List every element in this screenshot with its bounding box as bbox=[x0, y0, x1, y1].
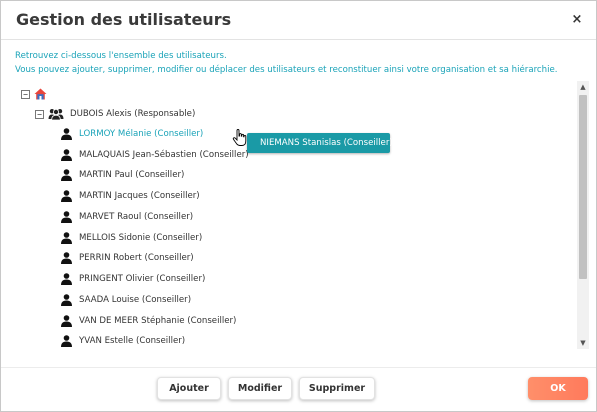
tree-user-item[interactable]: VAN DE MEER Stéphanie (Conseiller) bbox=[61, 313, 236, 329]
footer-divider bbox=[1, 367, 596, 368]
ok-button[interactable]: OK bbox=[528, 377, 588, 400]
user-icon bbox=[61, 128, 72, 140]
intro-line-1: Retrouvez ci-dessous l'ensemble des util… bbox=[15, 51, 227, 61]
vertical-scrollbar[interactable]: ▲ ▼ bbox=[577, 81, 589, 349]
user-label: MELLOIS Sidonie (Conseiller) bbox=[79, 233, 203, 243]
user-label: PERRIN Robert (Conseiller) bbox=[79, 253, 194, 263]
user-icon bbox=[61, 211, 72, 223]
dragged-user-label: NIEMANS Stanislas (Conseiller) bbox=[260, 138, 393, 148]
dialog-title: Gestion des utilisateurs bbox=[16, 10, 232, 29]
user-label: MALAQUAIS Jean-Sébastien (Conseiller) bbox=[79, 150, 249, 160]
tree-user-item[interactable]: MELLOIS Sidonie (Conseiller) bbox=[61, 230, 202, 246]
group-label: DUBOIS Alexis (Responsable) bbox=[70, 109, 196, 119]
user-icon bbox=[61, 252, 72, 264]
user-icon bbox=[61, 190, 72, 202]
tree-user-item[interactable]: SAADA Louise (Conseiller) bbox=[61, 292, 191, 308]
home-icon bbox=[34, 88, 47, 100]
scroll-down-arrow[interactable]: ▼ bbox=[577, 337, 589, 349]
edit-button[interactable]: Modifier bbox=[228, 377, 292, 400]
tree-user-item[interactable]: PRINGENT Olivier (Conseiller) bbox=[61, 271, 205, 287]
user-icon bbox=[61, 294, 72, 306]
user-icon bbox=[61, 169, 72, 181]
tree-user-item[interactable]: MARTIN Jacques (Conseiller) bbox=[61, 188, 200, 204]
collapse-toggle[interactable]: − bbox=[35, 109, 44, 119]
user-icon bbox=[61, 273, 72, 285]
user-label: SAADA Louise (Conseiller) bbox=[79, 295, 192, 305]
add-button[interactable]: Ajouter bbox=[157, 377, 221, 400]
intro-line-2: Vous pouvez ajouter, supprimer, modifier… bbox=[15, 65, 558, 75]
collapse-toggle[interactable]: − bbox=[21, 89, 30, 99]
scroll-thumb[interactable] bbox=[579, 95, 587, 279]
tree-group[interactable]: − DUBOIS Alexis (Responsable) bbox=[35, 106, 195, 122]
scroll-up-arrow[interactable]: ▲ bbox=[577, 81, 589, 93]
close-icon[interactable]: × bbox=[570, 13, 584, 27]
user-label: MARTIN Paul (Conseiller) bbox=[79, 170, 185, 180]
user-label: VAN DE MEER Stéphanie (Conseiller) bbox=[79, 316, 237, 326]
tree-user-item[interactable]: PERRIN Robert (Conseiller) bbox=[61, 250, 194, 266]
user-management-dialog: Gestion des utilisateurs × Retrouvez ci-… bbox=[0, 0, 597, 412]
delete-button[interactable]: Supprimer bbox=[299, 377, 375, 400]
tree-root[interactable]: − bbox=[21, 86, 51, 102]
user-label: YVAN Estelle (Conseiller) bbox=[79, 336, 186, 346]
tree-user-item[interactable]: LORMOY Mélanie (Conseiller) bbox=[61, 126, 203, 142]
user-icon bbox=[61, 149, 72, 161]
header-divider bbox=[1, 39, 596, 40]
user-icon bbox=[61, 335, 72, 347]
dragged-user-item[interactable]: NIEMANS Stanislas (Conseiller) bbox=[247, 133, 393, 153]
user-label: MARTIN Jacques (Conseiller) bbox=[79, 191, 200, 201]
user-tree[interactable]: − − DUBOIS Alexis (Responsable) LORMOY M… bbox=[15, 81, 589, 349]
user-label: PRINGENT Olivier (Conseiller) bbox=[79, 274, 206, 284]
user-label: LORMOY Mélanie (Conseiller) bbox=[79, 129, 204, 139]
tree-user-item[interactable]: MARVET Raoul (Conseiller) bbox=[61, 209, 193, 225]
group-icon bbox=[48, 109, 64, 120]
intro-text: Retrouvez ci-dessous l'ensemble des util… bbox=[15, 49, 590, 77]
user-label: MARVET Raoul (Conseiller) bbox=[79, 212, 194, 222]
user-icon bbox=[61, 315, 72, 327]
tree-user-item[interactable]: MALAQUAIS Jean-Sébastien (Conseiller) bbox=[61, 147, 249, 163]
tree-user-item[interactable]: MARTIN Paul (Conseiller) bbox=[61, 167, 184, 183]
hand-cursor-icon bbox=[232, 129, 247, 146]
user-icon bbox=[61, 232, 72, 244]
tree-user-item[interactable]: YVAN Estelle (Conseiller) bbox=[61, 333, 185, 349]
